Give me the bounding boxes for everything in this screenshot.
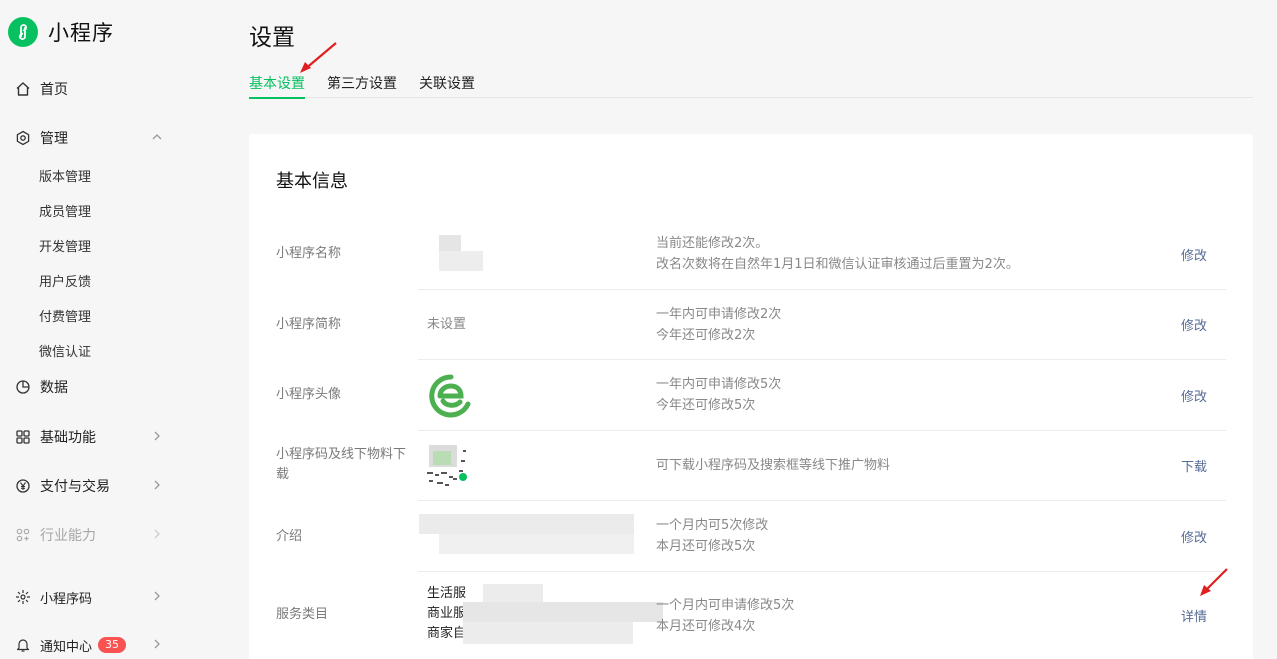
hexagon-settings-icon [14,129,32,147]
sidebar-item-label: 管理 [40,131,68,147]
yen-icon [14,477,32,495]
chevron-right-icon [154,591,160,601]
row-categories: 服务类目 生活服 商业服 商家自 一个月内可申请修改5次 本月还可修改4次 详情 [249,572,1253,659]
pie-chart-icon [14,378,32,396]
sidebar-item-pay[interactable]: 支付与交易 [14,474,174,498]
row-label: 小程序头像 [276,387,342,402]
sidebar-item-label: 支付与交易 [40,479,110,495]
row-desc: 本月还可修改4次 [656,619,756,634]
row-label: 服务类目 [276,607,329,622]
row-label: 介绍 [276,529,303,544]
tab-linked-settings[interactable]: 关联设置 [419,73,475,98]
sidebar-subitem-wechat-verify[interactable]: 微信认证 [39,341,91,360]
home-icon [14,80,32,98]
sidebar-item-manage[interactable]: 管理 [14,126,174,150]
row-label: 小程序简称 [276,317,342,332]
blurred-category [463,622,633,644]
sidebar-subitem-feedback[interactable]: 用户反馈 [39,271,91,290]
row-desc: 一年内可申请修改2次 [656,307,782,322]
basic-info-card: 基本信息 小程序名称 当前还能修改2次。 改名次数将在自然年1月1日和微信认证审… [249,134,1253,659]
annotation-arrow-icon [1200,568,1228,596]
blurred-category [463,602,663,622]
chevron-right-icon [154,431,160,441]
chevron-right-icon [154,639,160,649]
row-label: 小程序名称 [276,246,342,261]
tab-third-party-settings[interactable]: 第三方设置 [327,73,397,98]
settings-tabs: 基本设置 第三方设置 关联设置 [249,73,1253,99]
row-desc: 一年内可申请修改5次 [656,377,782,392]
chevron-right-icon [154,480,160,490]
sidebar-item-label: 数据 [40,380,68,396]
edit-name-link[interactable]: 修改 [1181,245,1207,264]
row-qrcode: 小程序码及线下物料下载 可下载小程序码及搜索框等线下推广物料 下载 [249,431,1253,501]
blurred-category [483,584,543,602]
grid-icon [14,428,32,446]
miniprogram-logo-icon [8,17,38,47]
tab-basic-settings[interactable]: 基本设置 [249,73,305,99]
short-name-value: 未设置 [427,317,467,332]
chevron-right-icon [154,529,160,539]
row-desc: 今年还可修改2次 [656,328,756,343]
bell-icon [14,636,32,654]
sun-code-icon [14,588,32,606]
sidebar-item-industry[interactable]: 行业能力 [14,523,174,547]
brand-name: 小程序 [48,21,114,45]
sidebar-item-label: 行业能力 [40,528,96,544]
row-desc: 当前还能修改2次。 [656,236,769,251]
sidebar-item-label: 小程序码 [40,591,93,607]
category-line: 生活服 [427,586,467,601]
industry-icon [14,526,32,544]
row-desc: 一个月内可申请修改5次 [656,598,795,613]
blurred-name [439,251,483,271]
sidebar-item-label: 首页 [40,82,68,98]
sidebar-item-home[interactable]: 首页 [14,77,174,101]
category-line: 商业服 [427,606,467,621]
sidebar-subitem-billing[interactable]: 付费管理 [39,306,91,325]
sidebar-subitem-dev[interactable]: 开发管理 [39,236,91,255]
blurred-intro [419,514,634,534]
row-name: 小程序名称 当前还能修改2次。 改名次数将在自然年1月1日和微信认证审核通过后重… [249,219,1253,290]
brand[interactable]: 小程序 [8,17,114,47]
row-desc: 今年还可修改5次 [656,398,756,413]
category-line: 商家自 [427,626,467,641]
chevron-up-icon [152,134,162,140]
annotation-arrow-icon [300,42,337,73]
sidebar-subitem-members[interactable]: 成员管理 [39,201,91,220]
category-details-link[interactable]: 详情 [1181,606,1207,625]
sidebar-item-label: 基础功能 [40,430,96,446]
row-label: 小程序码及线下物料下载 [276,447,407,482]
sidebar: 小程序 首页 管理 版本管理 成员管理 开发管理 用户反馈 付费管理 微信认证 … [0,0,225,659]
row-desc: 本月还可修改5次 [656,539,756,554]
blurred-intro [439,534,634,554]
sidebar-item-basic[interactable]: 基础功能 [14,425,174,449]
page-title: 设置 [249,25,295,51]
download-materials-link[interactable]: 下载 [1181,456,1207,475]
miniprogram-avatar [429,374,473,418]
sidebar-subitem-version[interactable]: 版本管理 [39,166,91,185]
sidebar-item-qrcode[interactable]: 小程序码 [14,585,174,609]
miniprogram-code-image [423,443,471,489]
edit-intro-link[interactable]: 修改 [1181,527,1207,546]
sidebar-item-label: 通知中心 [40,639,93,655]
row-intro: 介绍 一个月内可5次修改 本月还可修改5次 修改 [249,501,1253,572]
row-desc: 一个月内可5次修改 [656,518,769,533]
row-short-name: 小程序简称 未设置 一年内可申请修改2次 今年还可修改2次 修改 [249,290,1253,360]
edit-avatar-link[interactable]: 修改 [1181,386,1207,405]
row-desc: 改名次数将在自然年1月1日和微信认证审核通过后重置为2次。 [656,257,1019,272]
notice-count-badge: 35 [98,637,127,653]
card-title: 基本信息 [276,171,348,192]
edit-short-name-link[interactable]: 修改 [1181,315,1207,334]
sidebar-item-notice[interactable]: 通知中心 35 [14,633,174,657]
row-avatar: 小程序头像 一年内可申请修改5次 今年还可修改5次 修改 [249,360,1253,431]
sidebar-item-data[interactable]: 数据 [14,375,174,399]
row-desc: 可下载小程序码及搜索框等线下推广物料 [656,458,891,473]
